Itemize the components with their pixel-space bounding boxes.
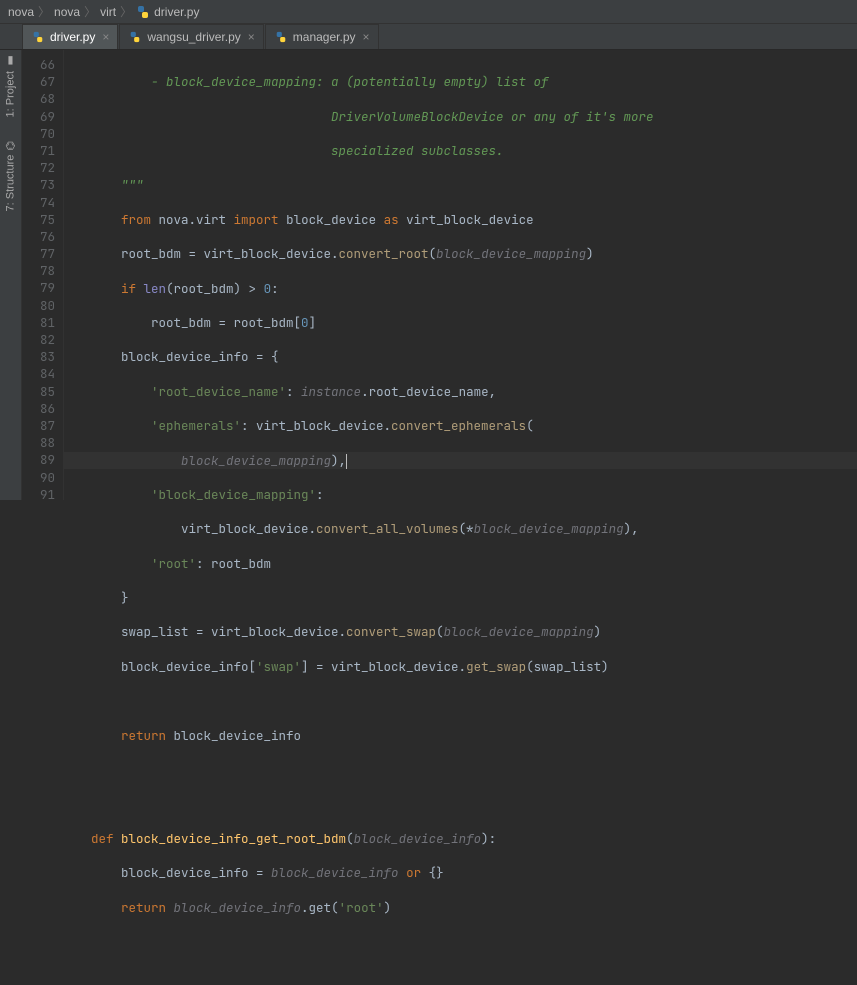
- tool-window-bar-left: 1: Project ▮ 7: Structure ⌬: [0, 50, 22, 500]
- breadcrumb-item[interactable]: virt: [100, 5, 116, 19]
- code-editor[interactable]: 6667686970717273747576777879808182838485…: [22, 50, 857, 500]
- chevron-right-icon: 〉: [84, 3, 96, 20]
- python-file-icon: [274, 30, 288, 44]
- structure-icon: ⌬: [4, 141, 17, 151]
- text-cursor: [346, 454, 347, 469]
- tool-window-project[interactable]: 1: Project ▮: [4, 54, 17, 117]
- python-file-icon: [136, 5, 150, 19]
- breadcrumb-item[interactable]: nova: [54, 5, 80, 19]
- close-icon[interactable]: ×: [102, 30, 109, 44]
- tab-label: manager.py: [293, 30, 356, 44]
- folder-icon: ▮: [4, 54, 17, 67]
- breadcrumb-file-label: driver.py: [154, 5, 199, 19]
- tab-label: wangsu_driver.py: [147, 30, 240, 44]
- code-area[interactable]: - block_device_mapping: a (potentially e…: [64, 50, 857, 500]
- tab-manager[interactable]: manager.py ×: [265, 24, 379, 49]
- chevron-right-icon: 〉: [120, 3, 132, 20]
- python-file-icon: [128, 30, 142, 44]
- tab-wangsu-driver[interactable]: wangsu_driver.py ×: [119, 24, 263, 49]
- breadcrumb-file[interactable]: driver.py: [136, 5, 199, 19]
- editor-tabs: driver.py × wangsu_driver.py × manager.p…: [0, 24, 857, 50]
- chevron-right-icon: 〉: [38, 3, 50, 20]
- breadcrumb-item[interactable]: nova: [8, 5, 34, 19]
- tab-driver[interactable]: driver.py ×: [22, 24, 118, 49]
- breadcrumb: nova 〉 nova 〉 virt 〉 driver.py: [0, 0, 857, 24]
- close-icon[interactable]: ×: [248, 30, 255, 44]
- close-icon[interactable]: ×: [363, 30, 370, 44]
- line-number-gutter: 6667686970717273747576777879808182838485…: [22, 50, 64, 500]
- tool-window-structure[interactable]: 7: Structure ⌬: [4, 141, 17, 211]
- tab-label: driver.py: [50, 30, 95, 44]
- python-file-icon: [31, 30, 45, 44]
